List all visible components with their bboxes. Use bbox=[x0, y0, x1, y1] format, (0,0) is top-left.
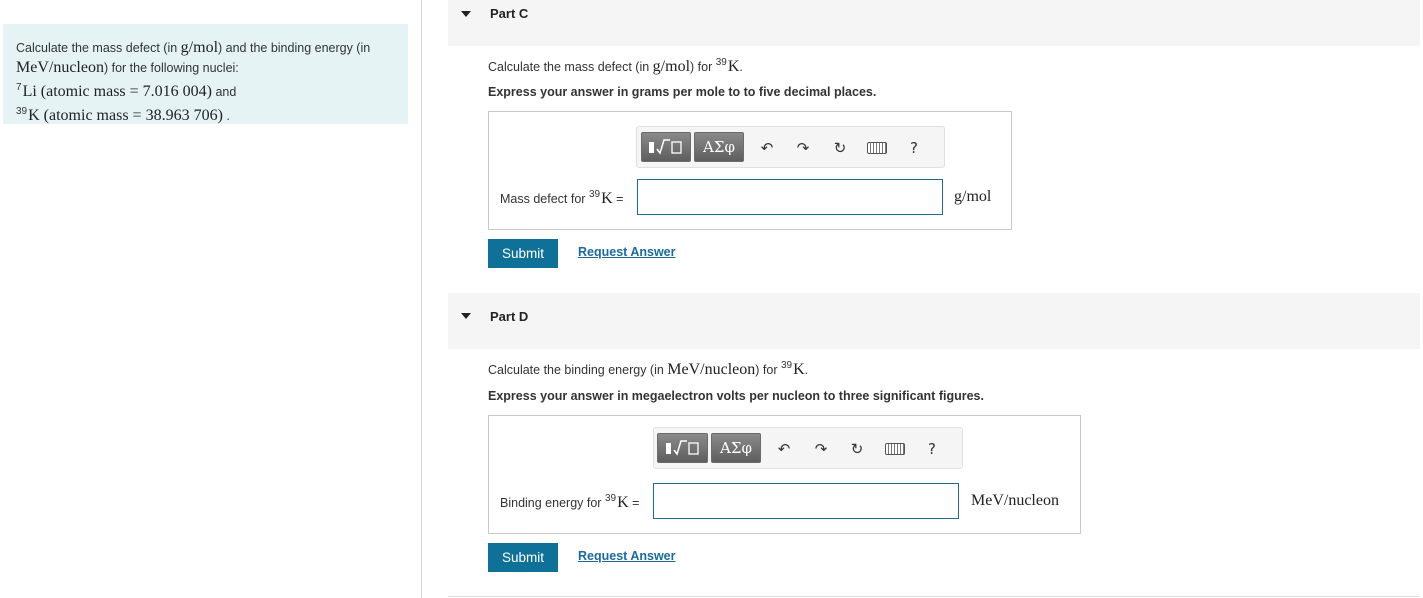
part-c-prompt: Calculate the mass defect (in g/mol) for… bbox=[488, 57, 743, 75]
part-d-prompt: Calculate the binding energy (in MeV/nuc… bbox=[488, 360, 809, 378]
binding-energy-unit: MeV/nucleon bbox=[971, 492, 1059, 509]
problem-intro: Calculate the mass defect (in g/mol) and… bbox=[16, 39, 371, 56]
part-c-title: Part C bbox=[490, 6, 529, 21]
part-c-instruction: Express your answer in grams per mole to… bbox=[488, 85, 877, 99]
mass-defect-unit: g/mol bbox=[954, 188, 992, 205]
part-d-request-answer-link[interactable]: Request Answer bbox=[578, 549, 675, 563]
symbols-icon[interactable]: ΑΣφ bbox=[694, 132, 744, 162]
part-c-header[interactable]: Part C bbox=[448, 0, 1420, 46]
part-d-answer-box: ΑΣφ ↶ ↷ ↻ ? Binding energy for 39K = MeV… bbox=[488, 415, 1081, 534]
part-d-header[interactable]: Part D bbox=[448, 293, 1420, 349]
help-icon[interactable]: ? bbox=[923, 440, 941, 458]
part-c-answer-box: ΑΣφ ↶ ↷ ↻ ? Mass defect for 39K = g/mol bbox=[488, 111, 1012, 230]
math-toolbar: ΑΣφ ↶ ↷ ↻ ? bbox=[653, 427, 963, 469]
binding-energy-input[interactable] bbox=[653, 483, 959, 519]
column-divider bbox=[421, 0, 422, 598]
part-c-request-answer-link[interactable]: Request Answer bbox=[578, 245, 675, 259]
part-d-submit-button[interactable]: Submit bbox=[488, 543, 558, 572]
reset-icon[interactable]: ↻ bbox=[848, 440, 866, 458]
bottom-divider bbox=[448, 596, 1420, 597]
mass-defect-label: Mass defect for 39K = bbox=[500, 189, 624, 207]
keyboard-icon[interactable] bbox=[885, 443, 905, 455]
redo-icon[interactable]: ↷ bbox=[812, 440, 830, 458]
part-d-instruction: Express your answer in megaelectron volt… bbox=[488, 389, 984, 403]
undo-icon[interactable]: ↶ bbox=[775, 440, 793, 458]
part-c-submit-button[interactable]: Submit bbox=[488, 239, 558, 268]
binding-energy-label: Binding energy for 39K = bbox=[500, 493, 640, 511]
nucleus-k: 39K (atomic mass = 38.963 706) . bbox=[16, 106, 230, 124]
mass-defect-input[interactable] bbox=[637, 179, 943, 215]
help-icon[interactable]: ? bbox=[905, 139, 923, 157]
collapse-caret-icon[interactable] bbox=[461, 313, 471, 319]
problem-statement: Calculate the mass defect (in g/mol) and… bbox=[3, 24, 408, 124]
undo-icon[interactable]: ↶ bbox=[758, 139, 776, 157]
keyboard-icon[interactable] bbox=[867, 142, 887, 154]
part-d-title: Part D bbox=[490, 309, 529, 324]
nucleus-li: 7Li (atomic mass = 7.016 004) and bbox=[16, 82, 237, 100]
collapse-caret-icon[interactable] bbox=[461, 11, 471, 17]
redo-icon[interactable]: ↷ bbox=[794, 139, 812, 157]
symbols-icon[interactable]: ΑΣφ bbox=[711, 433, 761, 463]
math-toolbar: ΑΣφ ↶ ↷ ↻ ? bbox=[636, 126, 945, 168]
templates-icon[interactable] bbox=[641, 132, 691, 162]
templates-icon[interactable] bbox=[657, 433, 708, 463]
reset-icon[interactable]: ↻ bbox=[831, 139, 849, 157]
